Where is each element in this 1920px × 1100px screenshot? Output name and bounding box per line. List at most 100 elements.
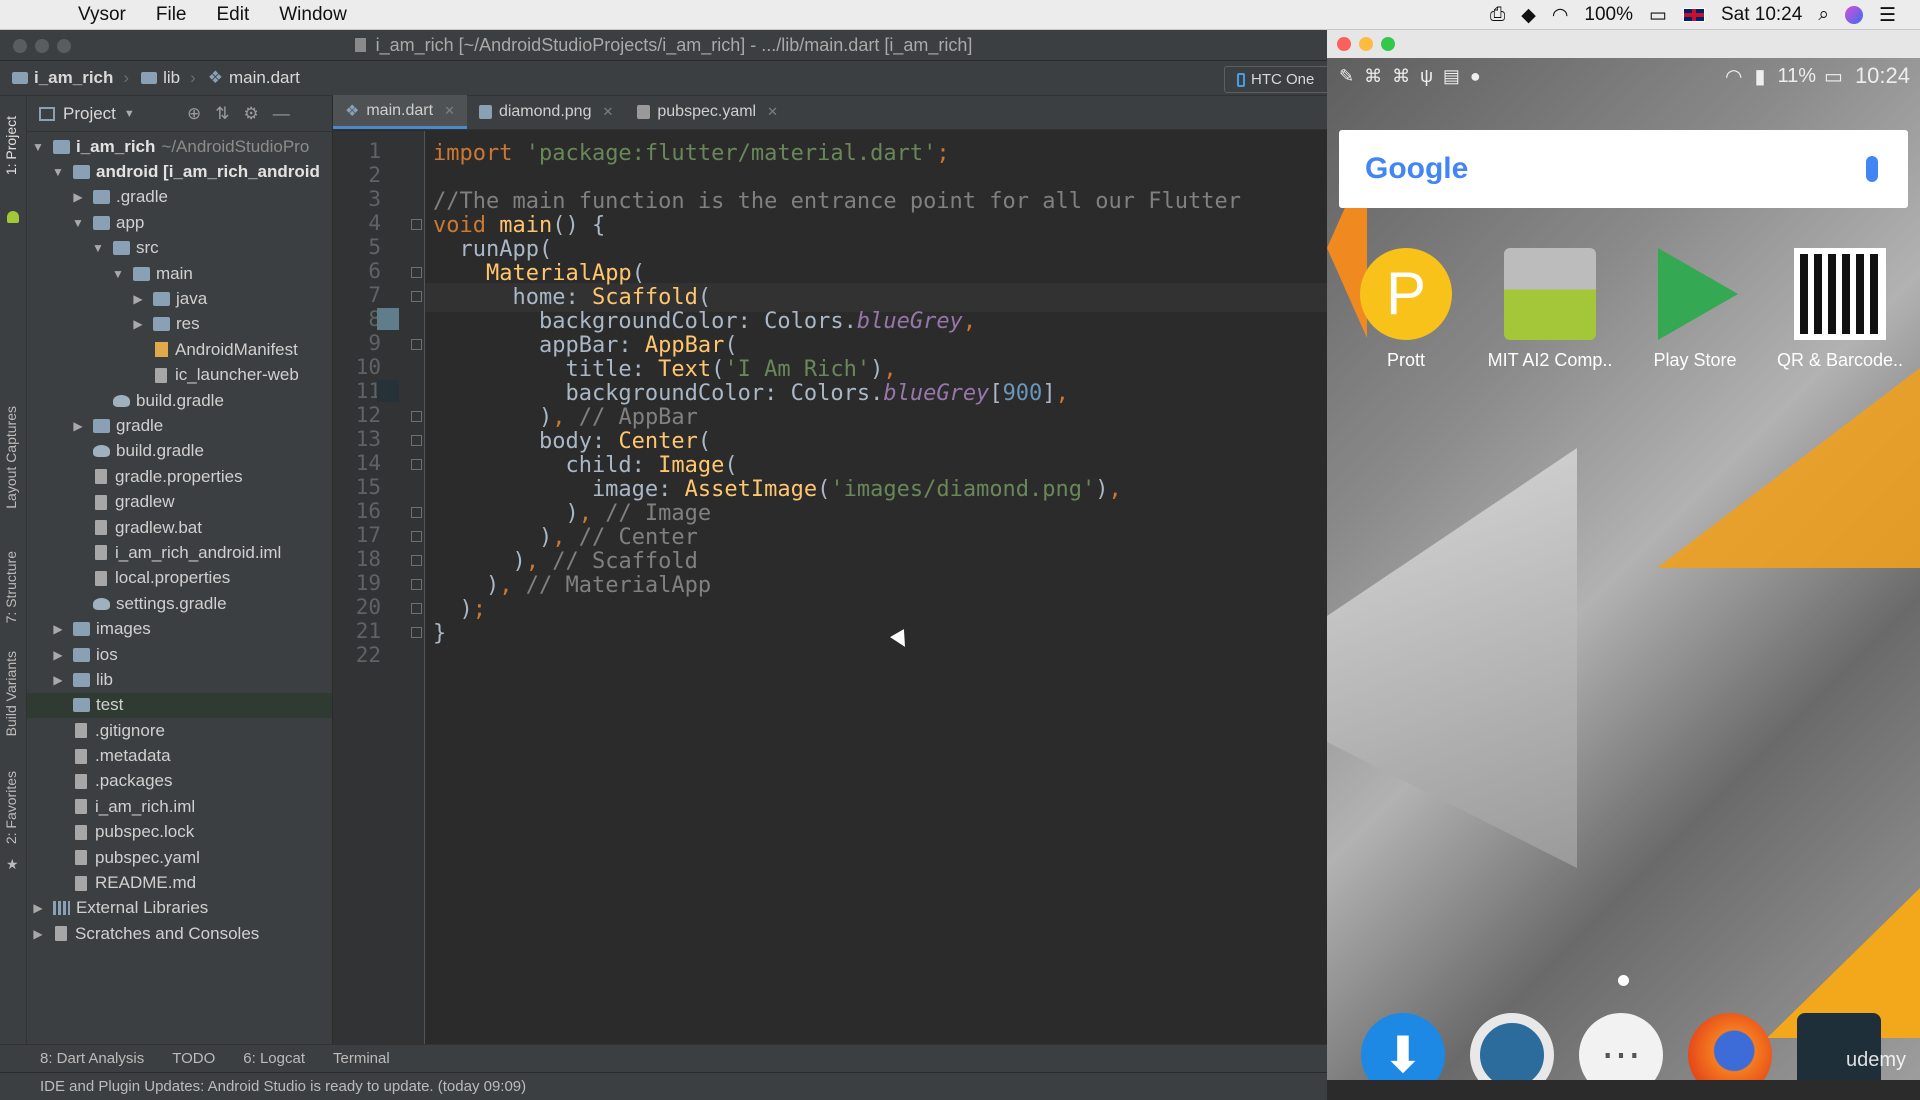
microphone-icon[interactable] — [1866, 156, 1878, 182]
siri-icon[interactable] — [1844, 6, 1863, 24]
tree-item[interactable]: gradlew — [27, 489, 332, 514]
breadcrumb-project[interactable]: i_am_rich — [12, 68, 113, 88]
line-number[interactable]: 6 — [333, 259, 381, 283]
fold-marker-icon[interactable] — [411, 555, 422, 566]
close-window-button[interactable] — [1337, 37, 1351, 51]
notification-icon[interactable]: ◆ — [1521, 4, 1536, 27]
tree-item[interactable]: .metadata — [27, 743, 332, 768]
line-number[interactable]: 2 — [333, 163, 381, 187]
line-number[interactable]: 4 — [333, 211, 381, 235]
collapsed-arrow-icon[interactable]: ▶ — [51, 673, 65, 687]
fold-marker-icon[interactable] — [411, 627, 422, 638]
app-prott[interactable]: P Prott — [1341, 248, 1471, 371]
line-number[interactable]: 14 — [333, 451, 381, 475]
tree-item[interactable]: AndroidManifest — [27, 337, 332, 362]
tool-todo[interactable]: TODO — [172, 1050, 215, 1067]
tab-pubspec-yaml[interactable]: pubspec.yaml ✕ — [625, 95, 790, 129]
chevron-down-icon[interactable]: ▼ — [124, 108, 135, 120]
line-number[interactable]: 10 — [333, 355, 381, 379]
status-message[interactable]: IDE and Plugin Updates: Android Studio i… — [40, 1078, 526, 1095]
gear-icon[interactable]: ⚙ — [244, 104, 259, 124]
code-line[interactable]: import 'package:flutter/material.dart'; — [433, 139, 950, 168]
tree-item[interactable]: ▼ main — [27, 261, 332, 286]
tree-item[interactable]: local.properties — [27, 566, 332, 591]
tree-item[interactable]: ▶ .gradle — [27, 185, 332, 210]
line-number[interactable]: 9 — [333, 331, 381, 355]
line-number[interactable]: 19 — [333, 571, 381, 595]
tree-item[interactable]: gradlew.bat — [27, 515, 332, 540]
tree-item[interactable]: ▶ lib — [27, 667, 332, 692]
tree-item[interactable]: settings.gradle — [27, 591, 332, 616]
tree-item[interactable]: pubspec.yaml — [27, 845, 332, 870]
tree-item[interactable]: ▼ android [i_am_rich_android — [27, 159, 332, 184]
side-tab-favorites[interactable]: 2: Favorites — [3, 771, 19, 844]
side-tab-structure[interactable]: 7: Structure — [3, 551, 19, 623]
line-number[interactable]: 17 — [333, 523, 381, 547]
expanded-arrow-icon[interactable]: ▼ — [71, 216, 85, 230]
fold-marker-icon[interactable] — [411, 411, 422, 422]
side-tab-layout-captures[interactable]: Layout Captures — [3, 406, 19, 509]
line-number[interactable]: 16 — [333, 499, 381, 523]
collapsed-arrow-icon[interactable]: ▶ — [31, 927, 45, 941]
tree-item[interactable]: ▶ External Libraries — [27, 896, 332, 921]
line-number[interactable]: 13 — [333, 427, 381, 451]
tree-item[interactable]: pubspec.lock — [27, 820, 332, 845]
line-number[interactable]: 7 — [333, 283, 381, 307]
line-number[interactable]: 22 — [333, 643, 381, 667]
line-number[interactable]: 5 — [333, 235, 381, 259]
google-search-bar[interactable]: Google — [1339, 130, 1908, 208]
fold-marker-icon[interactable] — [411, 435, 422, 446]
spotlight-search-icon[interactable]: ⌕ — [1818, 4, 1829, 26]
project-view-selector[interactable]: Project — [63, 104, 116, 124]
tree-item[interactable]: i_am_rich_android.iml — [27, 540, 332, 565]
zoom-window-button[interactable] — [1381, 37, 1395, 51]
app-play-store[interactable]: Play Store — [1630, 248, 1760, 371]
app-qr-barcode[interactable]: QR & Barcode.. — [1775, 248, 1905, 371]
tool-terminal[interactable]: Terminal — [333, 1050, 390, 1067]
fold-marker-icon[interactable] — [411, 507, 422, 518]
line-number[interactable]: 3 — [333, 187, 381, 211]
tree-item[interactable]: ▼ src — [27, 236, 332, 261]
flag-icon[interactable] — [1682, 8, 1705, 22]
tree-item[interactable]: ic_launcher-web — [27, 363, 332, 388]
tree-item[interactable]: ▶ images — [27, 616, 332, 641]
expanded-arrow-icon[interactable]: ▼ — [111, 267, 125, 281]
tree-item[interactable]: ▶ gradle — [27, 413, 332, 438]
side-tab-build-variants[interactable]: Build Variants — [3, 651, 19, 736]
collapsed-arrow-icon[interactable]: ▶ — [71, 190, 85, 204]
expanded-arrow-icon[interactable]: ▼ — [31, 140, 45, 154]
tree-item[interactable]: .gitignore — [27, 718, 332, 743]
tree-item[interactable]: build.gradle — [27, 439, 332, 464]
breadcrumb-lib[interactable]: lib — [141, 68, 180, 88]
blue-grey-swatch[interactable] — [377, 308, 399, 330]
hide-panel-icon[interactable]: — — [273, 104, 290, 124]
notification-center-icon[interactable]: ☰ — [1879, 4, 1896, 27]
line-number[interactable]: 11 — [333, 379, 381, 403]
collapse-all-icon[interactable]: ⇅ — [215, 104, 229, 124]
menu-window[interactable]: Window — [279, 4, 347, 26]
firefox-icon[interactable] — [1688, 1013, 1772, 1080]
fold-marker-icon[interactable] — [411, 459, 422, 470]
zoom-window-button[interactable] — [57, 39, 71, 53]
tree-item[interactable]: ▶ ios — [27, 642, 332, 667]
expanded-arrow-icon[interactable]: ▼ — [51, 165, 65, 179]
app-mit-ai2[interactable]: MIT AI2 Comp.. — [1485, 248, 1615, 371]
minimize-window-button[interactable] — [35, 39, 49, 53]
camera-icon[interactable]: ⎙ — [1490, 4, 1505, 26]
menu-app-name[interactable]: Vysor — [78, 4, 126, 26]
tree-item[interactable]: test — [27, 692, 332, 718]
line-number[interactable]: 15 — [333, 475, 381, 499]
line-number[interactable]: 21 — [333, 619, 381, 643]
close-tab-icon[interactable]: ✕ — [444, 103, 455, 119]
device-selector[interactable]: HTC One — [1224, 66, 1334, 93]
app-drawer-icon[interactable]: ⋯ — [1579, 1013, 1663, 1080]
scroll-from-source-icon[interactable]: ⊕ — [187, 104, 201, 124]
tree-item[interactable]: gradle.properties — [27, 464, 332, 489]
tab-diamond-png[interactable]: diamond.png ✕ — [467, 95, 625, 129]
tree-item[interactable]: ▼ app — [27, 210, 332, 235]
android-home-screen[interactable]: ✎⌘⌘ψ▤● ◠ ▮ 11% ▭ 10:24 Google P Prott MI… — [1327, 58, 1920, 1080]
blue-grey-900-swatch[interactable] — [377, 380, 399, 402]
line-number[interactable]: 8 — [333, 307, 381, 331]
menu-edit[interactable]: Edit — [217, 4, 250, 26]
fold-marker-icon[interactable] — [411, 603, 422, 614]
